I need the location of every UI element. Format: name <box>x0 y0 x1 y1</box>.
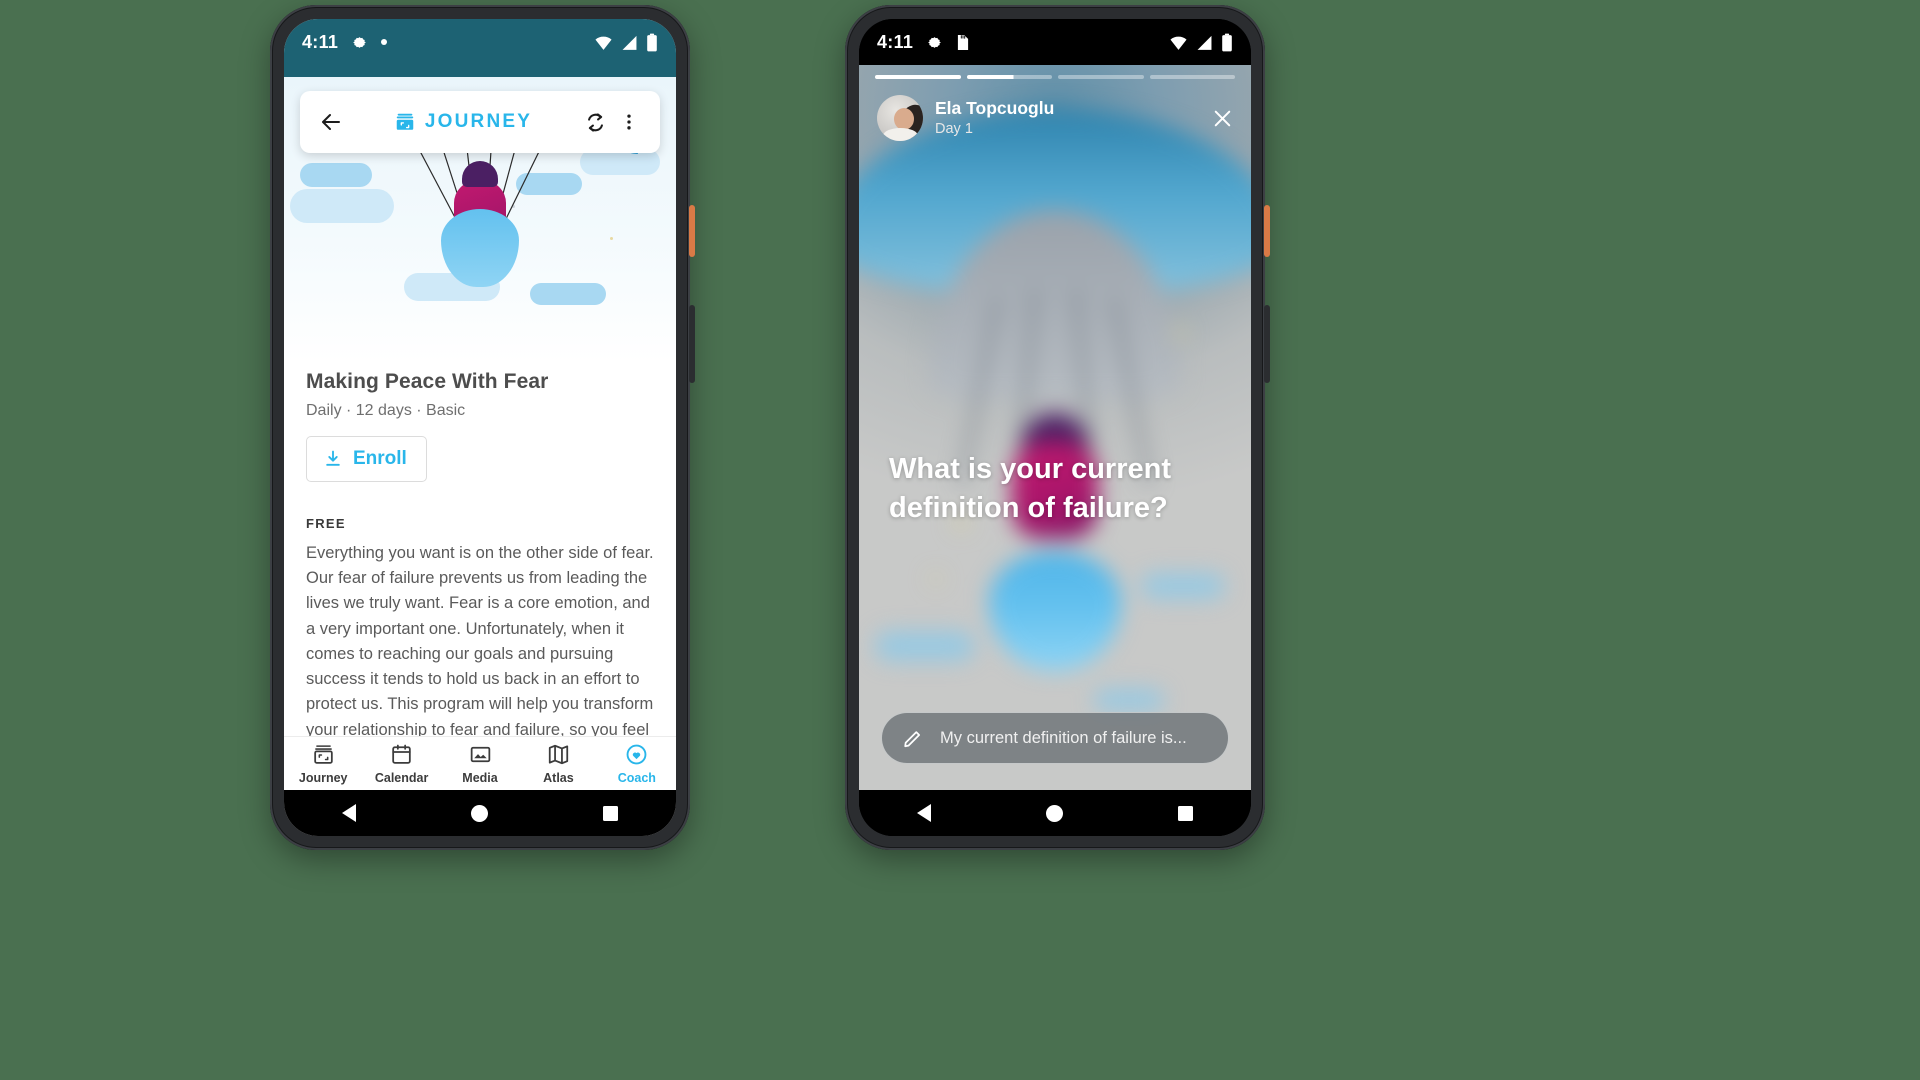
map-icon <box>548 744 569 765</box>
nav-item-atlas[interactable]: Atlas <box>519 742 597 785</box>
app-bar: JOURNEY <box>300 91 660 153</box>
story-reply-input[interactable]: My current definition of failure is... <box>881 712 1229 764</box>
story-progress-bars <box>875 75 1235 79</box>
avatar[interactable] <box>877 95 923 141</box>
pencil-icon <box>904 731 921 748</box>
journey-box-icon <box>313 745 333 764</box>
free-badge: FREE <box>306 516 346 531</box>
back-button[interactable] <box>314 105 348 139</box>
story-progress-segment[interactable] <box>1149 75 1235 79</box>
story-author-name: Ela Topcuoglu <box>935 97 1055 118</box>
phone-device-right: What is your current definition of failu… <box>845 5 1270 850</box>
battery-icon <box>647 33 657 51</box>
nav-label-calendar: Calendar <box>374 771 429 785</box>
back-triangle-icon[interactable] <box>916 804 931 822</box>
app-bar-title: JOURNEY <box>424 111 533 132</box>
gear-icon <box>353 36 367 48</box>
dot-indicator-icon <box>381 39 388 45</box>
status-bar-right-phone: 4:11 <box>859 19 1251 65</box>
story-author-block: Ela Topcuoglu Day 1 <box>935 98 1054 139</box>
enroll-button-label: Enroll <box>353 448 407 469</box>
nav-item-coach[interactable]: Coach <box>598 742 676 785</box>
status-bar-time: 4:11 <box>877 31 914 52</box>
story-day-label: Day 1 <box>935 120 973 137</box>
home-circle-icon[interactable] <box>1045 804 1063 822</box>
nav-label-atlas: Atlas <box>543 771 574 785</box>
back-arrow-icon <box>322 114 340 130</box>
power-button-left-phone[interactable] <box>689 205 695 257</box>
journey-box-icon <box>396 113 414 130</box>
nav-item-calendar[interactable]: Calendar <box>362 742 440 785</box>
wifi-icon <box>595 36 612 50</box>
battery-icon <box>1222 33 1232 51</box>
gear-icon <box>928 36 942 48</box>
sync-button[interactable] <box>578 105 612 139</box>
wifi-icon <box>1170 36 1187 50</box>
nav-label-coach: Coach <box>617 771 656 785</box>
nav-label-media: Media <box>462 771 498 785</box>
power-button-right-phone[interactable] <box>1264 205 1270 257</box>
story-progress-segment[interactable] <box>966 75 1052 79</box>
enroll-button[interactable]: Enroll <box>306 436 427 482</box>
phone-device-left: JOURNEY Making Peace With Fear Daily · 1… <box>270 5 695 850</box>
signal-icon <box>1197 35 1212 50</box>
back-triangle-icon[interactable] <box>341 804 356 822</box>
status-bar-time: 4:11 <box>302 31 339 52</box>
calendar-icon <box>392 744 411 764</box>
nav-item-media[interactable]: Media <box>441 742 519 785</box>
sd-card-icon <box>958 34 969 50</box>
signal-icon <box>622 35 637 50</box>
close-icon <box>1214 110 1231 126</box>
screen-right-phone: What is your current definition of failu… <box>859 19 1251 836</box>
recents-square-icon[interactable] <box>1178 805 1194 821</box>
screen-left-phone: JOURNEY Making Peace With Fear Daily · 1… <box>284 19 676 836</box>
volume-button-right-phone[interactable] <box>1264 305 1270 383</box>
system-navigation-bar-left <box>284 790 676 836</box>
story-reply-placeholder: My current definition of failure is... <box>940 728 1187 747</box>
page-title: Making Peace With Fear <box>306 370 549 393</box>
download-icon <box>326 450 340 466</box>
story-media-background: What is your current definition of failu… <box>859 65 1251 790</box>
volume-button-left-phone[interactable] <box>689 305 695 383</box>
recents-square-icon[interactable] <box>603 805 619 821</box>
nav-label-journey: Journey <box>298 771 348 785</box>
image-icon <box>470 746 490 763</box>
story-header: Ela Topcuoglu Day 1 <box>877 93 1235 143</box>
bottom-navigation-bar: Journey Calendar Media Atlas Coach <box>284 736 676 790</box>
course-meta: Daily · 12 days · Basic <box>306 402 466 419</box>
app-bar-title-group: JOURNEY <box>348 111 578 133</box>
home-circle-icon[interactable] <box>470 804 488 822</box>
story-progress-segment[interactable] <box>1058 75 1144 79</box>
story-question-text: What is your current definition of failu… <box>889 453 1171 525</box>
sync-icon <box>587 112 603 132</box>
blurred-illustration-layer <box>859 65 1251 790</box>
close-button[interactable] <box>1210 106 1235 131</box>
more-vert-icon <box>627 114 631 130</box>
course-content: Making Peace With Fear Daily · 12 days ·… <box>284 362 676 789</box>
heart-circle-icon <box>626 744 647 765</box>
story-progress-segment[interactable] <box>875 75 961 79</box>
overflow-menu-button[interactable] <box>612 105 646 139</box>
screenshot-stage: JOURNEY Making Peace With Fear Daily · 1… <box>0 0 1920 1080</box>
nav-item-journey[interactable]: Journey <box>284 742 362 785</box>
status-bar-left-phone: 4:11 <box>284 19 676 65</box>
system-navigation-bar-right <box>859 790 1251 836</box>
